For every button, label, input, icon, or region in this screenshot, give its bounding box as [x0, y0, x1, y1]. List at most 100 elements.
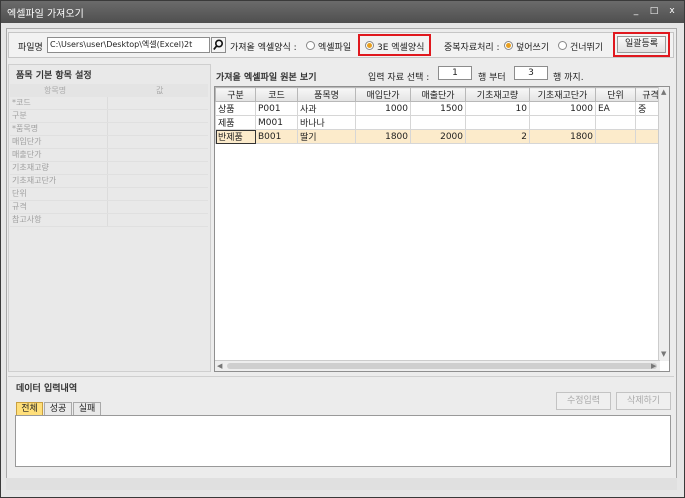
- settings-row[interactable]: 구분: [10, 110, 208, 123]
- column-header-value: 값: [156, 86, 164, 95]
- settings-row-value[interactable]: [108, 162, 208, 174]
- table-cell[interactable]: 1500: [410, 101, 466, 116]
- table-cell[interactable]: B001: [255, 129, 298, 144]
- item-settings-title: 품목 기본 항목 설정: [16, 71, 92, 81]
- bulk-register-button[interactable]: 일괄등록: [617, 36, 666, 53]
- close-button[interactable]: x: [665, 4, 679, 18]
- table-cell[interactable]: M001: [255, 115, 298, 130]
- table-cell[interactable]: [595, 115, 636, 130]
- grid-col-opening-qty[interactable]: 기초재고량: [465, 87, 530, 102]
- settings-row[interactable]: *코드: [10, 97, 208, 110]
- settings-row-value[interactable]: [108, 201, 208, 213]
- table-cell[interactable]: 바나나: [297, 115, 356, 130]
- table-cell[interactable]: 1000: [529, 101, 596, 116]
- grid-col-type[interactable]: 구분: [215, 87, 256, 102]
- grid-header-row: 구분 코드 품목명 매입단가 매출단가 기초재고량 기초재고단가 단위 규격: [215, 87, 666, 102]
- settings-row-value[interactable]: [108, 97, 208, 109]
- settings-row[interactable]: 매출단가: [10, 149, 208, 162]
- settings-row[interactable]: 매입단가: [10, 136, 208, 149]
- settings-row-label: 단위: [10, 188, 108, 200]
- table-row-selected[interactable]: 반제품 B001 딸기 1800 2000 2 1800: [215, 129, 666, 144]
- settings-row-value[interactable]: [108, 214, 208, 226]
- table-cell[interactable]: 1000: [355, 101, 411, 116]
- grid-col-item-name[interactable]: 품목명: [297, 87, 356, 102]
- file-search-button[interactable]: [211, 37, 226, 53]
- window-title: 엑셀파일 가져오기: [7, 9, 84, 20]
- table-row[interactable]: 상품 P001 사과 1000 1500 10 1000 EA 중: [215, 101, 666, 116]
- status-bar: [6, 478, 677, 490]
- radio-excel-file[interactable]: [306, 41, 315, 50]
- grid-col-unit[interactable]: 단위: [595, 87, 636, 102]
- range-to-input[interactable]: 3: [514, 66, 548, 80]
- item-settings-table: 항목명 값 *코드 구분 *품목명 매입단가 매출단가 기초재고량 기초재고단가…: [10, 84, 208, 227]
- settings-row[interactable]: 기초재고량: [10, 162, 208, 175]
- table-row[interactable]: 제품 M001 바나나: [215, 115, 666, 130]
- radio-overwrite[interactable]: [504, 41, 513, 50]
- column-header-item-name: 항목명: [44, 86, 67, 95]
- tab-success[interactable]: 성공: [44, 402, 72, 416]
- radio-3e-format[interactable]: [365, 41, 374, 50]
- preview-table: 구분 코드 품목명 매입단가 매출단가 기초재고량 기초재고단가 단위 규격 상…: [215, 87, 666, 144]
- grid-horizontal-scrollbar[interactable]: ◀ ▶: [215, 360, 660, 371]
- settings-row-value[interactable]: [108, 136, 208, 148]
- minimize-button[interactable]: _: [629, 4, 643, 18]
- settings-row-label: 매출단가: [10, 149, 108, 161]
- delete-button[interactable]: 삭제하기: [616, 392, 671, 410]
- settings-row-value[interactable]: [108, 175, 208, 187]
- settings-row-value[interactable]: [108, 188, 208, 200]
- grid-vertical-scrollbar[interactable]: ▲ ▼: [658, 87, 669, 361]
- table-cell[interactable]: [465, 115, 530, 130]
- table-cell[interactable]: [410, 115, 466, 130]
- edit-input-button[interactable]: 수정입력: [556, 392, 611, 410]
- table-cell[interactable]: [355, 115, 411, 130]
- range-from-input[interactable]: 1: [438, 66, 472, 80]
- settings-row-value[interactable]: [108, 110, 208, 122]
- settings-row-value[interactable]: [108, 123, 208, 135]
- table-cell[interactable]: 상품: [215, 101, 256, 116]
- grid-col-sales-price[interactable]: 매출단가: [410, 87, 466, 102]
- settings-row-label: 기초재고단가: [10, 175, 108, 187]
- scroll-up-icon[interactable]: ▲: [661, 88, 666, 96]
- settings-row-label: 구분: [10, 110, 108, 122]
- maximize-button[interactable]: □: [647, 4, 661, 18]
- tab-all[interactable]: 전체: [16, 402, 43, 416]
- input-log-list[interactable]: [15, 415, 671, 467]
- radio-skip[interactable]: [558, 41, 567, 50]
- scroll-thumb[interactable]: [227, 363, 657, 369]
- scroll-right-icon[interactable]: ▶: [651, 362, 656, 370]
- scroll-left-icon[interactable]: ◀: [217, 362, 222, 370]
- table-cell[interactable]: EA: [595, 101, 636, 116]
- table-cell[interactable]: [529, 115, 596, 130]
- table-cell[interactable]: [595, 129, 636, 144]
- grid-col-purchase-price[interactable]: 매입단가: [355, 87, 411, 102]
- scroll-down-icon[interactable]: ▼: [661, 350, 666, 358]
- excel-preview-grid[interactable]: 구분 코드 품목명 매입단가 매출단가 기초재고량 기초재고단가 단위 규격 상…: [214, 86, 670, 372]
- table-cell[interactable]: P001: [255, 101, 298, 116]
- grid-col-opening-price[interactable]: 기초재고단가: [529, 87, 596, 102]
- settings-row[interactable]: *품목명: [10, 123, 208, 136]
- table-cell[interactable]: 2000: [410, 129, 466, 144]
- settings-row[interactable]: 단위: [10, 188, 208, 201]
- radio-skip-label[interactable]: 건너뛰기: [570, 40, 603, 53]
- settings-row-value[interactable]: [108, 149, 208, 161]
- settings-row[interactable]: 기초재고단가: [10, 175, 208, 188]
- grid-col-code[interactable]: 코드: [255, 87, 298, 102]
- tab-failure[interactable]: 실패: [73, 402, 101, 416]
- table-cell[interactable]: 1800: [355, 129, 411, 144]
- settings-row-label: 규격: [10, 201, 108, 213]
- table-cell-current[interactable]: 반제품: [215, 129, 256, 144]
- file-path-field[interactable]: C:\Users\user\Desktop\엑셀(Excel)2t: [47, 37, 210, 53]
- radio-3e-format-label[interactable]: 3E 엑셀양식: [377, 40, 424, 53]
- table-cell[interactable]: 사과: [297, 101, 356, 116]
- radio-excel-file-label[interactable]: 엑셀파일: [318, 40, 351, 53]
- radio-overwrite-label[interactable]: 덮어쓰기: [516, 40, 549, 53]
- table-cell[interactable]: 제품: [215, 115, 256, 130]
- settings-row[interactable]: 참고사항: [10, 214, 208, 227]
- table-cell[interactable]: 2: [465, 129, 530, 144]
- table-cell[interactable]: 10: [465, 101, 530, 116]
- format-label: 가져올 엑셀양식 :: [230, 43, 297, 53]
- table-cell[interactable]: 딸기: [297, 129, 356, 144]
- settings-row-label: *품목명: [10, 123, 108, 135]
- table-cell[interactable]: 1800: [529, 129, 596, 144]
- settings-row[interactable]: 규격: [10, 201, 208, 214]
